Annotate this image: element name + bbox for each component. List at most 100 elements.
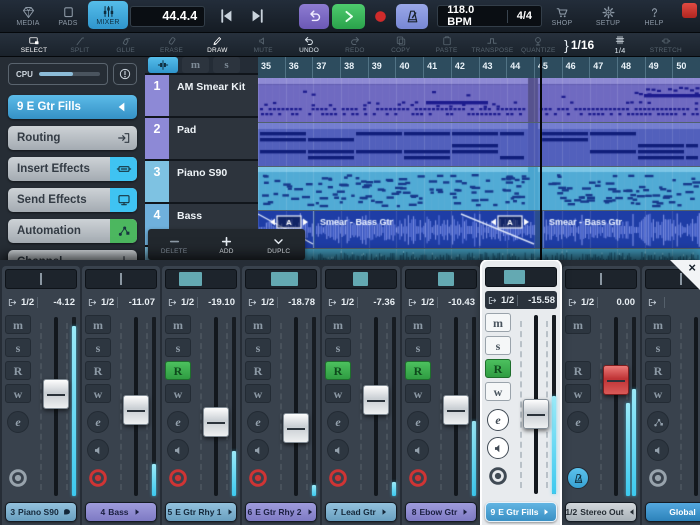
pan-control[interactable] <box>5 269 77 289</box>
channel-output-row[interactable]: 1/2-18.78 <box>245 293 317 311</box>
edit-channel-button[interactable]: e <box>487 409 509 431</box>
inspector-section-insert-effects[interactable]: Insert Effects <box>8 157 137 181</box>
record-arm-button[interactable]: R <box>645 361 671 380</box>
tempo-display[interactable]: 118.0 BPM 4/4 <box>437 5 542 27</box>
monitor-button[interactable] <box>647 439 669 461</box>
ruler-bar-50[interactable]: 50 <box>672 57 700 78</box>
monitor-button[interactable] <box>167 439 189 461</box>
cpu-alert-button[interactable] <box>113 63 137 85</box>
play-button[interactable] <box>332 4 364 29</box>
channel-label[interactable]: Global <box>645 502 700 522</box>
monitor-button[interactable] <box>327 439 349 461</box>
monitor-button[interactable] <box>407 439 429 461</box>
record-enable-button[interactable] <box>327 467 349 489</box>
cycle-button[interactable] <box>299 4 330 29</box>
write-automation-button[interactable]: w <box>645 384 671 403</box>
channel-output-row[interactable]: 1/2-11.07 <box>85 293 157 311</box>
write-automation-button[interactable]: w <box>325 384 351 403</box>
edit-channel-button[interactable]: e <box>407 411 429 433</box>
edit-channel-button[interactable]: e <box>247 411 269 433</box>
ruler-bar-49[interactable]: 49 <box>645 57 673 78</box>
quantize-value-control[interactable]: }1/16 <box>564 37 594 53</box>
write-automation-button[interactable]: w <box>85 384 111 403</box>
region-track-pad[interactable] <box>258 123 700 167</box>
record-arm-button[interactable]: R <box>325 361 351 380</box>
tool-erase[interactable]: ERASE <box>152 35 192 54</box>
write-automation-button[interactable]: w <box>245 384 271 403</box>
ruler-bar-47[interactable]: 47 <box>589 57 617 78</box>
write-automation-button[interactable]: w <box>485 382 511 401</box>
record-arm-button[interactable]: R <box>245 361 271 380</box>
track-action-delete[interactable]: DELETE <box>151 235 197 255</box>
record-enable-button[interactable] <box>647 467 669 489</box>
pan-control[interactable] <box>565 269 637 289</box>
toolbar-button-mixer[interactable]: MIXER <box>88 1 128 29</box>
metronome-channel-button[interactable] <box>567 467 589 489</box>
channel-label[interactable]: 8Ebow Gtr <box>405 502 477 522</box>
write-automation-button[interactable]: w <box>5 384 31 403</box>
ruler-bar-45[interactable]: 45 <box>534 57 562 78</box>
volume-fader[interactable] <box>283 413 309 443</box>
volume-fader[interactable] <box>363 385 389 415</box>
monitor-button[interactable] <box>247 439 269 461</box>
volume-fader[interactable] <box>123 395 149 425</box>
track-inspector-toggle[interactable] <box>148 57 178 73</box>
edit-channel-button[interactable]: e <box>327 411 349 433</box>
toolbar-button-pads[interactable]: PADS <box>48 1 88 31</box>
tool-undo[interactable]: UNDO <box>289 35 329 54</box>
channel-output-row[interactable]: 1/2-19.10 <box>165 293 237 311</box>
solo-button[interactable]: s <box>245 338 271 357</box>
pan-control[interactable] <box>405 269 477 289</box>
solo-button[interactable]: s <box>405 338 431 357</box>
region-track-bass[interactable] <box>258 211 700 249</box>
inspector-section-send-effects[interactable]: Send Effects <box>8 188 137 212</box>
channel-output-row[interactable]: 1/2-10.43 <box>405 293 477 311</box>
write-automation-button[interactable]: w <box>565 384 591 403</box>
write-automation-button[interactable]: w <box>405 384 431 403</box>
timeline-ruler[interactable]: 35363738394041424344454647484950 <box>258 57 700 78</box>
solo-button[interactable]: s <box>645 338 671 357</box>
mute-button[interactable]: m <box>165 315 191 334</box>
record-enable-button[interactable] <box>87 467 109 489</box>
tool-glue[interactable]: GLUE <box>106 35 146 54</box>
solo-button[interactable]: s <box>5 338 31 357</box>
mute-button[interactable]: m <box>85 315 111 334</box>
channel-label[interactable]: 5E Gtr Rhy 1 <box>165 502 237 522</box>
ruler-bar-35[interactable]: 35 <box>258 57 285 78</box>
record-enable-button[interactable] <box>167 467 189 489</box>
record-arm-button[interactable]: R <box>565 361 591 380</box>
tool-draw[interactable]: DRAW <box>197 35 237 54</box>
tool-quantize[interactable]: QUANTIZE <box>518 35 558 54</box>
record-enable-button[interactable] <box>247 467 269 489</box>
record-arm-button[interactable]: R <box>405 361 431 380</box>
solo-button[interactable]: s <box>213 57 240 73</box>
ruler-bar-48[interactable]: 48 <box>617 57 645 78</box>
edit-channel-button[interactable]: e <box>7 411 29 433</box>
ruler-bar-39[interactable]: 39 <box>368 57 396 78</box>
tool-paste[interactable]: PASTE <box>427 35 467 54</box>
volume-fader[interactable] <box>443 395 469 425</box>
monitor-button[interactable] <box>487 437 509 459</box>
ruler-bar-37[interactable]: 37 <box>312 57 340 78</box>
automation-channel-button[interactable] <box>647 411 669 433</box>
mute-button[interactable]: m <box>325 315 351 334</box>
channel-label[interactable]: 1/2Stereo Out <box>565 502 637 522</box>
metronome-button[interactable] <box>396 4 428 29</box>
channel-output-row[interactable]: 1/2-15.58 <box>485 291 557 309</box>
volume-fader[interactable] <box>43 379 69 409</box>
ruler-bar-41[interactable]: 41 <box>423 57 451 78</box>
track-action-add[interactable]: ADD <box>203 235 249 255</box>
toolbar-button-help[interactable]: HELP <box>634 1 674 31</box>
mute-button[interactable]: m <box>645 315 671 334</box>
inspector-section-routing[interactable]: Routing <box>8 126 137 150</box>
solo-button[interactable]: s <box>165 338 191 357</box>
channel-output-row[interactable]: 1/2-4.12 <box>5 293 77 311</box>
skip-forward-button[interactable] <box>246 3 271 29</box>
inspector-section-channel[interactable]: Channel <box>8 250 137 260</box>
record-arm-button[interactable]: R <box>485 359 511 378</box>
playhead[interactable] <box>540 57 542 260</box>
tool-mute[interactable]: MUTE <box>243 35 283 54</box>
grid-snap-control[interactable]: 1/4 <box>600 34 640 55</box>
mute-button[interactable]: m <box>485 313 511 332</box>
edit-channel-button[interactable]: e <box>87 411 109 433</box>
